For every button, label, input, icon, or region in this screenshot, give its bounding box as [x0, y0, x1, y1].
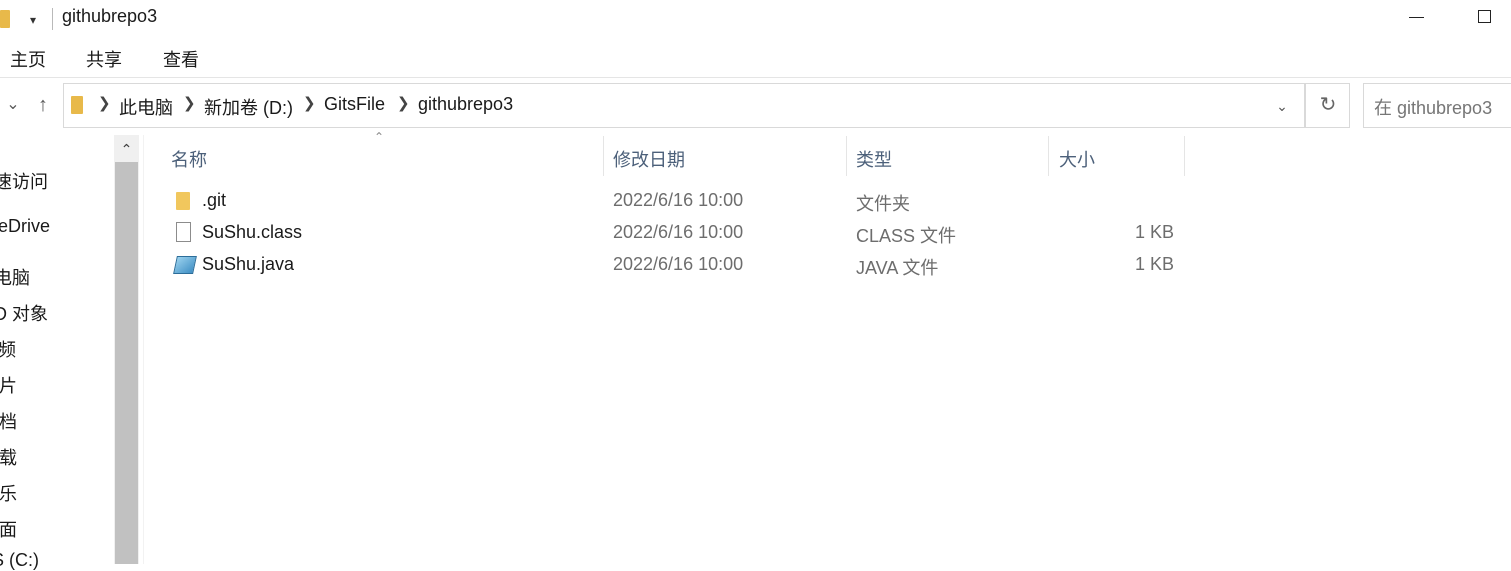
- quick-access-dropdown-icon[interactable]: ▾: [26, 8, 40, 28]
- column-header-type[interactable]: 类型: [856, 146, 892, 172]
- breadcrumb-this-pc[interactable]: 此电脑: [119, 94, 173, 120]
- search-placeholder[interactable]: 在 githubrepo3: [1374, 94, 1492, 120]
- tab-home[interactable]: 主页: [10, 46, 46, 72]
- file-date: 2022/6/16 10:00: [613, 222, 744, 242]
- column-header-date[interactable]: 修改日期: [613, 146, 685, 172]
- column-divider[interactable]: [1184, 136, 1185, 176]
- chevron-right-icon[interactable]: ❯: [397, 94, 410, 112]
- breadcrumb-drive-d[interactable]: 新加卷 (D:): [204, 94, 293, 120]
- folder-icon: [71, 96, 83, 114]
- column-divider[interactable]: [1048, 136, 1049, 176]
- tab-view[interactable]: 查看: [163, 46, 199, 72]
- sidebar-item-downloads[interactable]: 载: [0, 444, 17, 470]
- file-size: 1 KB: [1135, 222, 1175, 242]
- scroll-up-icon[interactable]: ⌃: [114, 135, 139, 161]
- sidebar-item-documents[interactable]: 档: [0, 408, 17, 434]
- file-name[interactable]: SuShu.java: [202, 254, 294, 275]
- breadcrumb-githubrepo3[interactable]: githubrepo3: [418, 94, 513, 115]
- sidebar-item-drive-c[interactable]: S (C:): [0, 550, 39, 571]
- sidebar-item-music[interactable]: 乐: [0, 480, 17, 506]
- file-icon: [176, 222, 191, 242]
- file-type: CLASS 文件: [856, 226, 957, 246]
- recent-locations-icon[interactable]: ⌄: [2, 90, 24, 120]
- sidebar-item-quick-access[interactable]: 速访问: [0, 168, 48, 194]
- file-name[interactable]: SuShu.class: [202, 222, 302, 243]
- maximize-button[interactable]: [1478, 10, 1491, 23]
- breadcrumb-gitsfile[interactable]: GitsFile: [324, 94, 385, 115]
- column-divider[interactable]: [603, 136, 604, 176]
- file-name[interactable]: .git: [202, 190, 226, 211]
- file-type: JAVA 文件: [856, 258, 939, 278]
- file-size: 1 KB: [1135, 254, 1175, 274]
- ribbon-divider: [0, 77, 1511, 78]
- column-header-size[interactable]: 大小: [1059, 146, 1095, 172]
- up-arrow-icon[interactable]: ↑: [32, 90, 54, 120]
- sidebar-item-onedrive[interactable]: eDrive: [0, 216, 50, 237]
- file-date: 2022/6/16 10:00: [613, 254, 744, 274]
- scrollbar-thumb[interactable]: [115, 162, 138, 564]
- sort-ascending-icon: ⌃: [374, 130, 385, 144]
- java-file-icon: [173, 256, 197, 274]
- file-type: 文件夹: [856, 194, 910, 214]
- sidebar-item-this-pc[interactable]: 电脑: [0, 264, 30, 290]
- sidebar-item-videos[interactable]: 频: [0, 336, 16, 362]
- sidebar-item-desktop[interactable]: 面: [0, 516, 17, 542]
- chevron-right-icon[interactable]: ❯: [98, 94, 111, 112]
- folder-icon: [176, 192, 190, 210]
- pane-divider: [143, 135, 144, 564]
- chevron-right-icon[interactable]: ❯: [183, 94, 196, 112]
- folder-icon: [0, 10, 10, 28]
- title-divider: [52, 8, 53, 30]
- minimize-button[interactable]: [1409, 17, 1424, 18]
- tab-share[interactable]: 共享: [86, 46, 122, 72]
- column-divider[interactable]: [846, 136, 847, 176]
- chevron-right-icon[interactable]: ❯: [303, 94, 316, 112]
- chevron-down-icon[interactable]: ⌄: [1272, 92, 1292, 120]
- file-date: 2022/6/16 10:00: [613, 190, 744, 210]
- window-title: githubrepo3: [62, 6, 158, 26]
- sidebar-item-3d-objects[interactable]: D 对象: [0, 300, 48, 326]
- column-header-name[interactable]: 名称: [171, 146, 207, 172]
- sidebar-item-pictures[interactable]: 片: [0, 372, 17, 398]
- refresh-icon[interactable]: ↻: [1316, 92, 1340, 118]
